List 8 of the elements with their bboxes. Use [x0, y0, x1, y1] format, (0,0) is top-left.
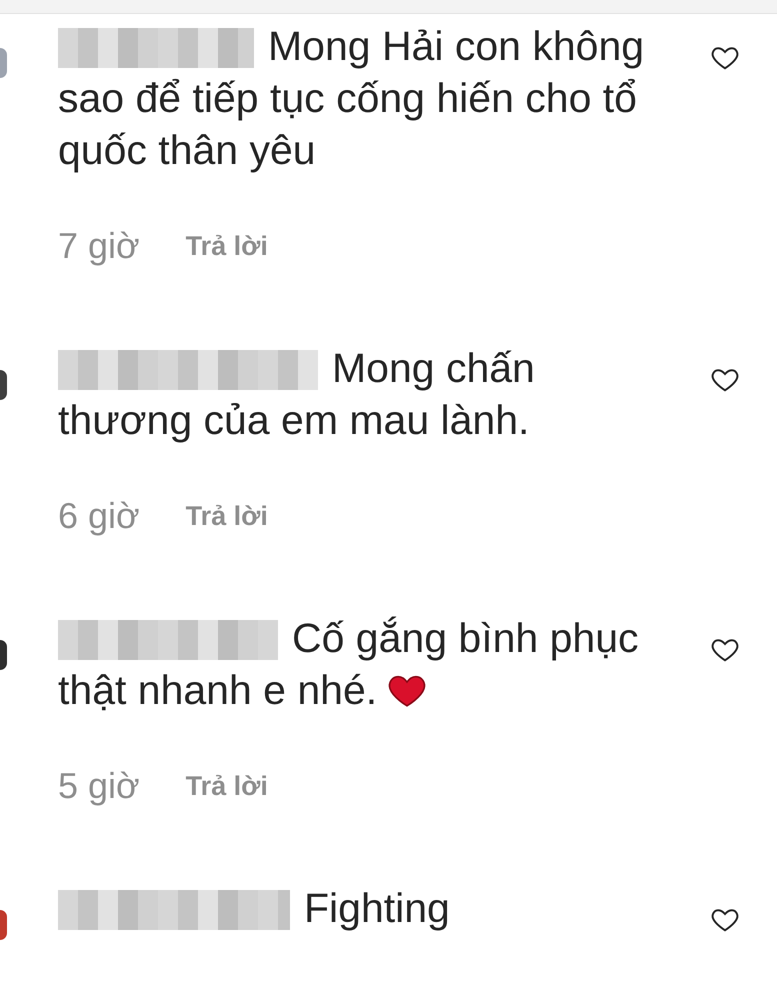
- comment-time: 5 giờ: [58, 764, 140, 808]
- avatar[interactable]: [0, 640, 7, 670]
- comment-time: 7 giờ: [58, 224, 140, 268]
- reply-link[interactable]: Trả lời: [186, 766, 268, 806]
- reply-link[interactable]: Trả lời: [186, 496, 268, 536]
- reply-link[interactable]: Trả lời: [186, 226, 268, 266]
- avatar[interactable]: [0, 370, 7, 400]
- comment-time: 6 giờ: [58, 494, 140, 538]
